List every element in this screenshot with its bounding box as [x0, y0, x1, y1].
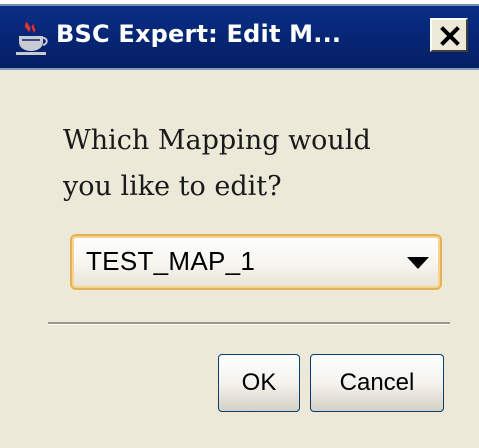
chevron-down-icon[interactable]: [406, 256, 430, 270]
prompt-line-1: Which Mapping would: [63, 125, 371, 156]
separator: [48, 322, 450, 325]
prompt-text: Which Mapping would you like to edit?: [63, 118, 443, 210]
mapping-select[interactable]: TEST_MAP_1: [70, 234, 442, 290]
close-button[interactable]: [430, 18, 468, 52]
window-title: BSC Expert: Edit M...: [56, 20, 342, 48]
java-coffee-cup-icon: [14, 16, 48, 58]
title-bar[interactable]: BSC Expert: Edit M...: [0, 6, 479, 70]
edit-mapping-dialog: BSC Expert: Edit M... Which Mapping woul…: [0, 0, 479, 448]
ok-button[interactable]: OK: [218, 354, 300, 412]
prompt-line-2: you like to edit?: [63, 171, 282, 202]
cancel-button[interactable]: Cancel: [310, 354, 444, 412]
mapping-select-value: TEST_MAP_1: [86, 246, 256, 276]
